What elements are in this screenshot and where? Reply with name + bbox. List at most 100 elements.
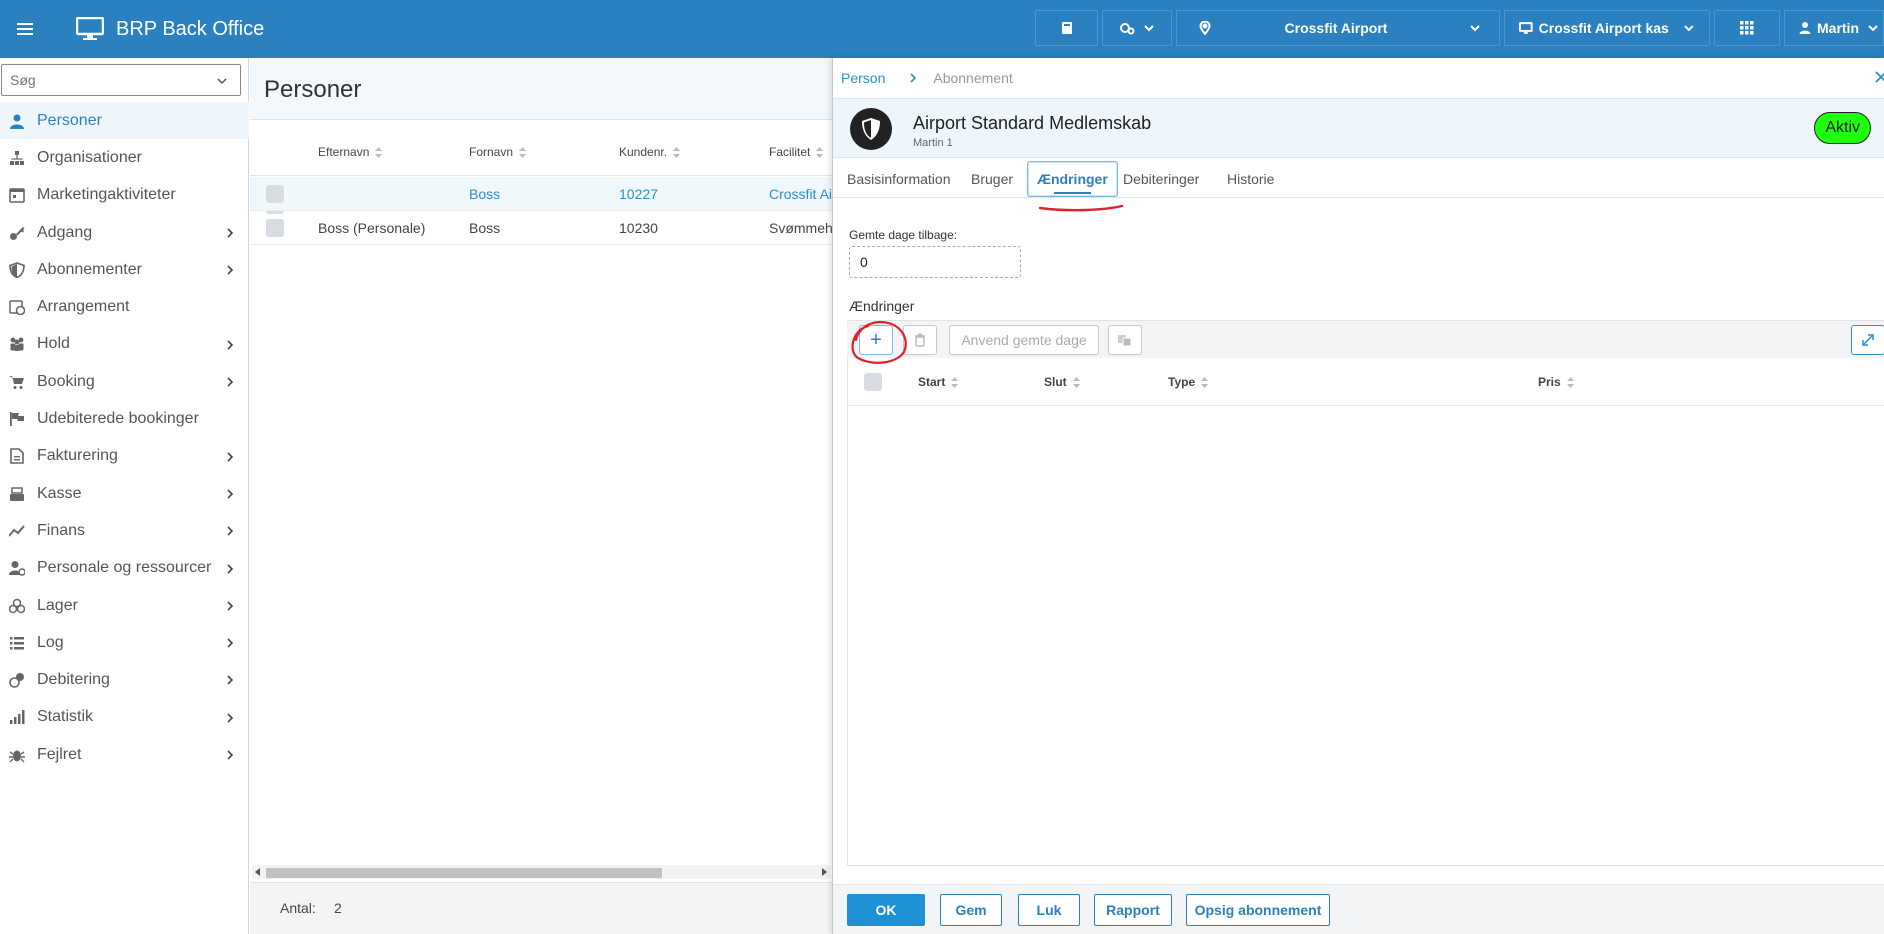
horizontal-scrollbar[interactable] <box>252 865 830 879</box>
column-header-label: Fornavn <box>469 145 514 159</box>
sidebar-item-label: Abonnementer <box>37 260 142 278</box>
sidebar-search-select[interactable]: Søg <box>1 64 241 96</box>
sidebar-item-organisationer[interactable]: Organisationer <box>0 139 249 176</box>
apps-grid-button[interactable] <box>1714 10 1780 46</box>
table-row[interactable]: Boss 10227 Crossfit Ai <box>250 177 832 211</box>
sidebar-item-adgang[interactable]: Adgang <box>0 214 249 251</box>
changes-select-all-checkbox[interactable] <box>864 373 882 391</box>
sidebar-item-personale-og-ressourcer[interactable]: Personale og ressourcer <box>0 550 249 587</box>
report-button[interactable]: Rapport <box>1094 894 1172 926</box>
breadcrumb-person[interactable]: Person <box>841 70 885 86</box>
row-checkbox[interactable] <box>266 219 284 237</box>
sort-icon[interactable] <box>1072 376 1080 388</box>
scrollbar-thumb[interactable] <box>266 868 662 878</box>
changes-column-pris[interactable]: Pris <box>1538 375 1574 389</box>
monitor-icon <box>76 17 104 40</box>
apply-saved-days-button[interactable]: Anvend gemte dage <box>949 325 1099 355</box>
sort-icon[interactable] <box>1201 376 1209 388</box>
sort-icon[interactable] <box>816 146 824 158</box>
saved-days-field[interactable]: 0 <box>849 246 1021 278</box>
notebook-button[interactable] <box>1035 10 1098 46</box>
tab-debiteringer[interactable]: Debiteringer <box>1115 160 1207 198</box>
register-select[interactable]: Crossfit Airport kas <box>1504 10 1710 46</box>
sort-icon[interactable] <box>673 146 681 158</box>
sidebar-item-abonnementer[interactable]: Abonnementer <box>0 251 249 288</box>
table-row[interactable]: Boss (Personale) Boss 10230 Svømmeh <box>250 211 832 245</box>
trend-icon <box>8 522 26 540</box>
sidebar-item-udebiterede-bookinger[interactable]: Udebiterede bookinger <box>0 400 249 437</box>
sidebar-item-debitering[interactable]: Debitering <box>0 661 249 698</box>
changes-column-start[interactable]: Start <box>918 375 959 389</box>
user-menu[interactable]: Martin <box>1784 10 1884 46</box>
sidebar-item-statistik[interactable]: Statistik <box>0 699 249 736</box>
save-button-label: Gem <box>955 902 987 918</box>
column-header-kundenr[interactable]: Kundenr. <box>619 145 681 159</box>
tab-label: Ændringer <box>1037 171 1108 187</box>
expand-button[interactable] <box>1851 325 1884 355</box>
chevron-down-icon <box>1868 25 1878 32</box>
cell-facilitet: Crossfit Ai <box>769 186 832 202</box>
scroll-left-icon[interactable] <box>255 868 260 876</box>
chevron-right-icon <box>227 601 234 611</box>
sidebar-item-arrangement[interactable]: Arrangement <box>0 288 249 325</box>
sidebar-item-lager[interactable]: Lager <box>0 587 249 624</box>
close-button[interactable]: Luk <box>1018 894 1080 926</box>
persons-footer: Antal: 2 <box>250 882 832 934</box>
sidebar-item-fejlret[interactable]: Fejlret <box>0 736 249 773</box>
changes-column-slut[interactable]: Slut <box>1044 375 1080 389</box>
delete-change-button[interactable] <box>903 325 937 355</box>
sidebar-item-hold[interactable]: Hold <box>0 326 249 363</box>
tab-aendringer[interactable]: Ændringer <box>1027 161 1118 197</box>
row-checkbox[interactable] <box>266 185 284 203</box>
sidebar-item-label: Finans <box>37 521 86 539</box>
saved-days-value: 0 <box>860 254 868 270</box>
sidebar-item-fakturering[interactable]: Fakturering <box>0 438 249 475</box>
cell-efternavn: Boss (Personale) <box>318 220 426 236</box>
sidebar-item-label: Organisationer <box>37 148 142 166</box>
sidebar-item-booking[interactable]: Booking <box>0 363 249 400</box>
scroll-right-icon[interactable] <box>822 868 827 876</box>
column-header-fornavn[interactable]: Fornavn <box>469 145 527 159</box>
persons-header: Personer <box>250 58 832 120</box>
cancel-subscription-button[interactable]: Opsig abonnement <box>1186 894 1330 926</box>
cell-kundenr: 10227 <box>619 186 658 202</box>
column-header-label: Efternavn <box>318 145 370 159</box>
chevron-right-icon <box>227 377 234 387</box>
tab-bruger[interactable]: Bruger <box>963 160 1021 198</box>
location-name: Crossfit Airport <box>1284 20 1388 36</box>
cash-register-icon <box>8 485 26 503</box>
save-button[interactable]: Gem <box>940 894 1002 926</box>
sidebar-item-log[interactable]: Log <box>0 624 249 661</box>
document-icon <box>8 447 26 465</box>
copy-change-button[interactable] <box>1108 325 1142 355</box>
tools-dropdown[interactable] <box>1102 10 1172 46</box>
add-change-button[interactable]: + <box>859 325 893 355</box>
tab-basisinformation[interactable]: Basisinformation <box>839 160 959 198</box>
sidebar-search-placeholder: Søg <box>10 72 36 88</box>
column-header-facilitet[interactable]: Facilitet <box>769 145 824 159</box>
sidebar-item-label: Udebiterede bookinger <box>37 410 199 428</box>
column-header-efternavn[interactable]: Efternavn <box>318 145 383 159</box>
tab-historie[interactable]: Historie <box>1219 160 1282 198</box>
sidebar-item-label: Debitering <box>37 671 110 689</box>
sidebar-nav: Personer Organisationer Marketingaktivitet… <box>0 102 249 773</box>
sidebar-item-finans[interactable]: Finans <box>0 512 249 549</box>
sidebar-item-personer[interactable]: Personer <box>0 102 249 140</box>
menu-icon[interactable] <box>0 0 50 58</box>
monitor-icon <box>1519 22 1533 34</box>
sidebar-item-marketingaktiviteter[interactable]: Marketingaktiviteter <box>0 177 249 214</box>
sort-icon[interactable] <box>375 146 383 158</box>
cell-facilitet: Svømmeh <box>769 220 832 236</box>
ok-button[interactable]: OK <box>847 894 925 926</box>
coin-icon <box>8 671 26 689</box>
sidebar-item-label: Booking <box>37 372 95 390</box>
close-icon[interactable] <box>1874 70 1884 84</box>
location-select[interactable]: Crossfit Airport <box>1176 10 1500 46</box>
sort-icon[interactable] <box>519 146 527 158</box>
sidebar-item-label: Hold <box>37 335 70 353</box>
changes-column-type[interactable]: Type <box>1168 375 1209 389</box>
chevron-right-icon <box>227 265 234 275</box>
sidebar-item-kasse[interactable]: Kasse <box>0 475 249 512</box>
sort-icon[interactable] <box>1566 376 1574 388</box>
sort-icon[interactable] <box>951 376 959 388</box>
